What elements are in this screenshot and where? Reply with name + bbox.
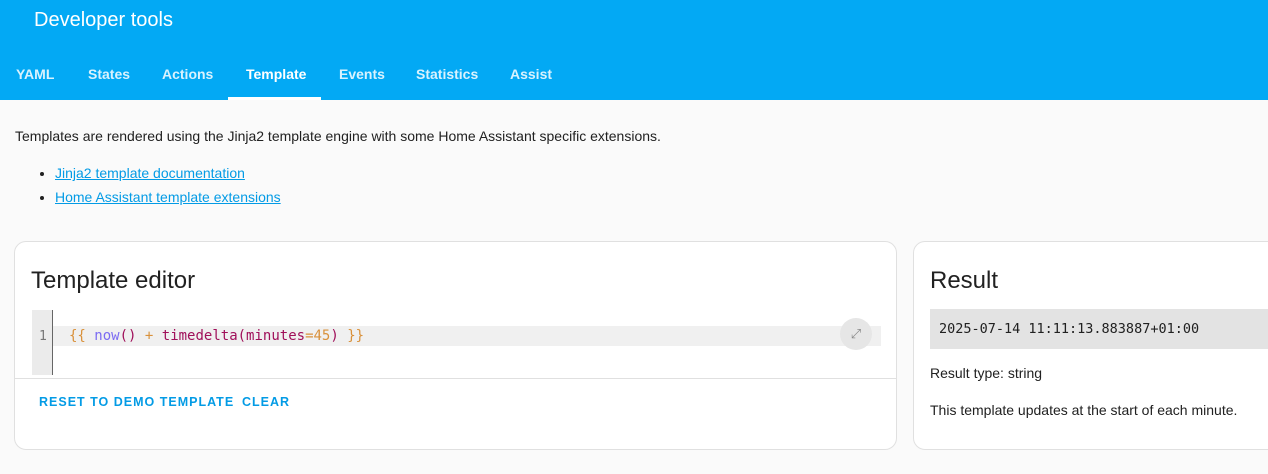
line-number: 1 <box>32 310 53 375</box>
code-editor[interactable]: {{ now() + timedelta(minutes=45) }} <box>53 326 881 346</box>
jinja2-docs-link[interactable]: Jinja2 template documentation <box>55 165 245 181</box>
tab-assist[interactable]: Assist <box>510 64 552 100</box>
reset-to-demo-template-button[interactable]: RESET TO DEMO TEMPLATE <box>39 395 234 409</box>
tab-yaml[interactable]: YAML <box>16 64 54 100</box>
template-editor-card: Template editor 1 {{ now() + timedelta(m… <box>14 241 897 450</box>
intro-text: Templates are rendered using the Jinja2 … <box>15 128 661 144</box>
result-value: 2025-07-14 11:11:13.883887+01:00 <box>930 309 1268 349</box>
result-card: Result 2025-07-14 11:11:13.883887+01:00 … <box>913 241 1268 450</box>
tab-states[interactable]: States <box>88 64 130 100</box>
expand-icon[interactable]: ⤢ <box>840 318 872 350</box>
tab-events[interactable]: Events <box>339 64 385 100</box>
tab-statistics[interactable]: Statistics <box>416 64 478 100</box>
divider <box>15 378 896 379</box>
card-title: Template editor <box>31 267 196 294</box>
tab-actions[interactable]: Actions <box>162 64 213 100</box>
result-type: Result type: string <box>930 365 1043 381</box>
update-info: This template updates at the start of ea… <box>930 402 1238 418</box>
clear-button[interactable]: CLEAR <box>242 395 290 409</box>
app-header: Developer tools YAML States Actions Temp… <box>0 0 1268 100</box>
active-tab-indicator <box>228 97 321 100</box>
doc-links: Jinja2 template documentation Home Assis… <box>55 165 281 213</box>
ha-template-extensions-link[interactable]: Home Assistant template extensions <box>55 189 281 205</box>
page-title: Developer tools <box>34 9 173 31</box>
tab-template[interactable]: Template <box>246 64 306 100</box>
card-title: Result <box>930 267 999 294</box>
